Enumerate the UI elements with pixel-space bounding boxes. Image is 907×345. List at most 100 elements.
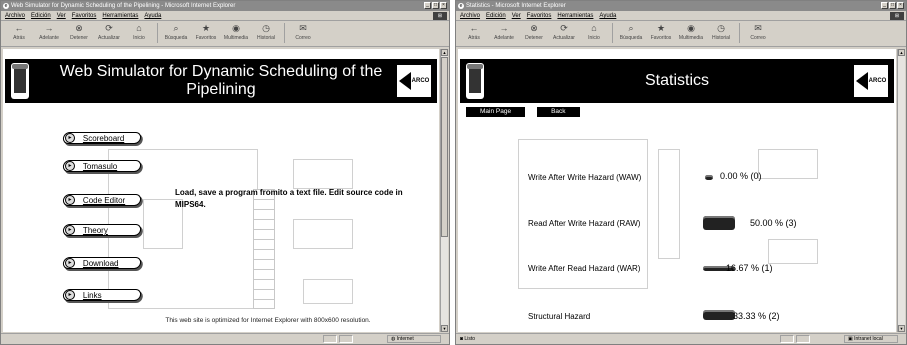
- diagram-block: [758, 149, 818, 179]
- right-menu-bar: Archivo Edición Ver Favoritos Herramient…: [456, 11, 906, 21]
- menu-archivo[interactable]: Archivo: [5, 11, 25, 20]
- main-page-button[interactable]: Main Page: [466, 107, 526, 117]
- toolbar-divider: [157, 23, 158, 43]
- hazard-value-raw: 50.00 % (3): [750, 218, 797, 228]
- nav-scoreboard[interactable]: ▸ Scoreboard: [62, 132, 142, 144]
- scroll-up-icon[interactable]: ▲: [898, 49, 905, 56]
- favorites-icon: ★: [201, 23, 211, 33]
- back-button[interactable]: ← Atrás: [4, 23, 34, 45]
- diagram-block: [293, 219, 353, 249]
- arrow-icon: ▸: [65, 258, 75, 268]
- right-toolbar: ← Atrás → Adelante ⊗ Detener ⟳ Actualizar ⌂ I…: [456, 21, 906, 47]
- page-banner: Web Simulator for Dynamic Scheduling of …: [5, 59, 437, 103]
- vertical-scrollbar[interactable]: ▲ ▼: [440, 49, 448, 332]
- status-text: Listo: [464, 336, 475, 342]
- nav-download[interactable]: ▸ Download: [62, 257, 142, 269]
- history-button[interactable]: ◷ Historial: [251, 23, 281, 45]
- page-title: Statistics: [644, 72, 709, 89]
- hazard-label-waw: Write After Write Hazard (WAW): [528, 173, 642, 182]
- menu-ayuda[interactable]: Ayuda: [599, 11, 616, 20]
- stop-button[interactable]: ⊗ Detener: [519, 23, 549, 45]
- windows-logo-icon: ⊞: [433, 12, 447, 20]
- nav-code-editor[interactable]: ▸ Code Editor: [62, 194, 142, 206]
- history-button[interactable]: ◷ Historial: [706, 23, 736, 45]
- close-icon[interactable]: ×: [440, 2, 447, 9]
- minimize-icon[interactable]: _: [881, 2, 888, 9]
- scroll-down-icon[interactable]: ▼: [441, 325, 448, 332]
- right-browser-window: e Statistics - Microsoft Internet Explor…: [455, 0, 907, 345]
- left-window-title: Web Simulator for Dynamic Scheduling of …: [11, 3, 236, 9]
- menu-favoritos[interactable]: Favoritos: [72, 11, 97, 20]
- back-arrow-icon: ←: [14, 23, 24, 33]
- media-button[interactable]: ◉ Multimedia: [676, 23, 706, 45]
- search-button[interactable]: ⌕ Búsqueda: [161, 23, 191, 45]
- menu-ver[interactable]: Ver: [57, 11, 66, 20]
- vertical-scrollbar[interactable]: ▲ ▼: [897, 49, 905, 332]
- arrow-icon: ▸: [65, 290, 75, 300]
- hazard-bar-raw: [703, 216, 735, 230]
- right-title-bar[interactable]: e Statistics - Microsoft Internet Explor…: [456, 1, 906, 11]
- forward-button[interactable]: → Adelante: [34, 23, 64, 45]
- home-icon: ⌂: [591, 23, 597, 33]
- menu-edicion[interactable]: Edición: [31, 11, 51, 20]
- menu-ver[interactable]: Ver: [512, 11, 521, 20]
- right-page-content: Statistics ARCO Main Page Back Write Aft…: [458, 49, 896, 332]
- stop-button[interactable]: ⊗ Detener: [64, 23, 94, 45]
- nav-tomasulo[interactable]: ▸ Tomasulo: [62, 160, 142, 172]
- ie-icon: e: [3, 3, 9, 9]
- hazard-label-raw: Read After Write Hazard (RAW): [528, 219, 641, 228]
- menu-edicion[interactable]: Edición: [486, 11, 506, 20]
- mail-icon: ✉: [754, 23, 762, 33]
- home-button[interactable]: ⌂ Inicio: [579, 23, 609, 45]
- search-button[interactable]: ⌕ Búsqueda: [616, 23, 646, 45]
- toolbar-divider: [284, 23, 285, 43]
- arrow-icon: ▸: [65, 133, 75, 143]
- menu-ayuda[interactable]: Ayuda: [144, 11, 161, 20]
- right-window-title: Statistics - Microsoft Internet Explorer: [466, 3, 566, 9]
- close-icon[interactable]: ×: [897, 2, 904, 9]
- stop-icon: ⊗: [75, 23, 83, 33]
- favorites-button[interactable]: ★ Favoritos: [191, 23, 221, 45]
- university-logo: [466, 63, 484, 99]
- arrow-icon: ▸: [65, 161, 75, 171]
- scroll-down-icon[interactable]: ▼: [898, 325, 905, 332]
- search-icon: ⌕: [173, 23, 179, 33]
- mail-button[interactable]: ✉ Correo: [743, 23, 773, 45]
- refresh-button[interactable]: ⟳ Actualizar: [549, 23, 579, 45]
- stop-icon: ⊗: [530, 23, 538, 33]
- menu-archivo[interactable]: Archivo: [460, 11, 480, 20]
- back-page-button[interactable]: Back: [537, 107, 580, 117]
- forward-button[interactable]: → Adelante: [489, 23, 519, 45]
- menu-herramientas[interactable]: Herramientas: [557, 11, 593, 20]
- page-banner: Statistics ARCO: [460, 59, 894, 103]
- menu-herramientas[interactable]: Herramientas: [102, 11, 138, 20]
- mail-button[interactable]: ✉ Correo: [288, 23, 318, 45]
- left-title-bar[interactable]: e Web Simulator for Dynamic Scheduling o…: [1, 1, 449, 11]
- windows-logo-icon: ⊞: [890, 12, 904, 20]
- minimize-icon[interactable]: _: [424, 2, 431, 9]
- favorites-button[interactable]: ★ Favoritos: [646, 23, 676, 45]
- optimization-note: This web site is optimized for Internet …: [165, 317, 371, 324]
- home-button[interactable]: ⌂ Inicio: [124, 23, 154, 45]
- history-icon: ◷: [262, 23, 270, 33]
- scroll-up-icon[interactable]: ▲: [441, 49, 448, 56]
- maximize-icon[interactable]: □: [889, 2, 896, 9]
- menu-favoritos[interactable]: Favoritos: [527, 11, 552, 20]
- favorites-icon: ★: [656, 23, 666, 33]
- diagram-block: [768, 239, 818, 264]
- left-toolbar: ← Atrás → Adelante ⊗ Detener ⟳ Actualizar ⌂ I…: [1, 21, 449, 47]
- scroll-thumb[interactable]: [441, 57, 448, 237]
- maximize-icon[interactable]: □: [432, 2, 439, 9]
- left-menu-bar: Archivo Edición Ver Favoritos Herramient…: [1, 11, 449, 21]
- refresh-button[interactable]: ⟳ Actualizar: [94, 23, 124, 45]
- nav-links[interactable]: ▸ Links: [62, 289, 142, 301]
- nav-theory[interactable]: ▸ Theory: [62, 224, 142, 236]
- media-button[interactable]: ◉ Multimedia: [221, 23, 251, 45]
- back-button[interactable]: ← Atrás: [459, 23, 489, 45]
- diagram-block: [293, 159, 353, 189]
- hazard-label-war: Write After Read Hazard (WAR): [528, 264, 641, 273]
- left-browser-window: e Web Simulator for Dynamic Scheduling o…: [0, 0, 450, 345]
- toolbar-divider: [612, 23, 613, 43]
- search-icon: ⌕: [628, 23, 634, 33]
- hazard-bar-waw: [705, 174, 713, 180]
